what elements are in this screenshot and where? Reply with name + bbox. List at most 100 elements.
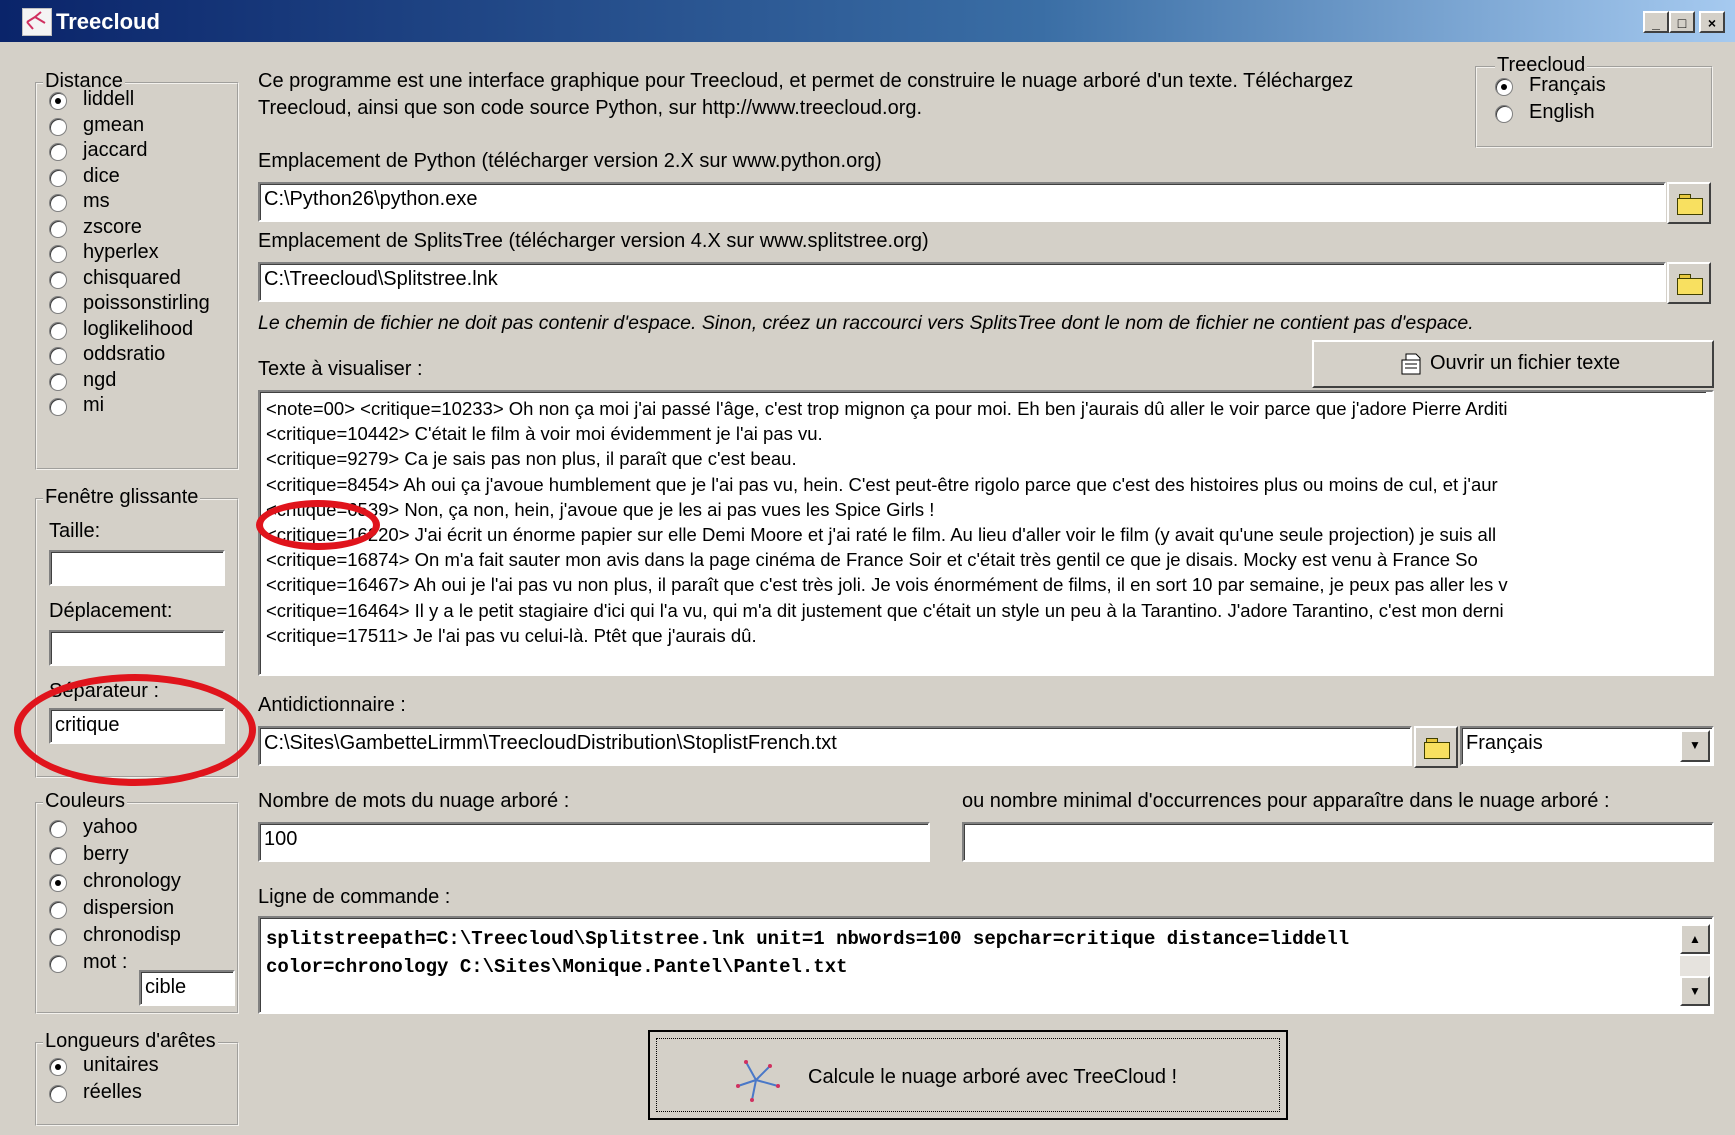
compute-treecloud-button[interactable]: Calcule le nuage arboré avec TreeCloud ! xyxy=(648,1030,1288,1120)
radio-button-icon[interactable] xyxy=(49,847,67,865)
text-line: <critique=10442> C'était le film à voir … xyxy=(266,423,823,445)
command-line-label: Ligne de commande : xyxy=(258,886,451,908)
command-line-1: splitstreepath=C:\Treecloud\Splitstree.l… xyxy=(266,928,1350,950)
radio-button-icon[interactable] xyxy=(49,143,67,161)
distance-option-label: oddsratio xyxy=(83,343,166,365)
distance-group: Distance liddell gmean jaccard dice ms zscore… xyxy=(35,70,239,470)
text-line: <critique=16467> Ah oui je l'ai pas vu n… xyxy=(266,574,1508,596)
distance-option-label: zscore xyxy=(83,215,142,238)
radio-button-icon[interactable] xyxy=(1495,78,1513,96)
folder-icon xyxy=(1677,274,1703,295)
browse-stoplist-button[interactable] xyxy=(1414,726,1458,768)
python-path-label: Emplacement de Python (télécharger versi… xyxy=(258,150,882,172)
size-input[interactable] xyxy=(49,550,225,586)
scrollbar-track[interactable] xyxy=(1680,956,1710,976)
stoplist-language-value: Français xyxy=(1466,732,1543,754)
stoplist-input[interactable]: C:\Sites\GambetteLirmm\TreecloudDistribu… xyxy=(258,726,1412,766)
browse-python-button[interactable] xyxy=(1667,182,1711,224)
stoplist-language-select[interactable]: Français xyxy=(1460,726,1714,766)
sliding-window-label: Fenêtre glissante xyxy=(43,486,201,509)
browse-splitstree-button[interactable] xyxy=(1667,262,1711,304)
scroll-down-icon[interactable]: ▼ xyxy=(1680,976,1710,1006)
text-content-area[interactable]: <note=00> <critique=10233> Oh non ça moi… xyxy=(258,390,1714,676)
open-text-file-button[interactable]: Ouvrir un fichier texte xyxy=(1312,340,1714,388)
radio-button-icon[interactable] xyxy=(49,194,67,212)
radio-button-icon[interactable] xyxy=(49,219,67,238)
radio-button-icon[interactable] xyxy=(49,296,67,314)
python-path-input[interactable]: C:\Python26\python.exe xyxy=(258,182,1666,222)
open-text-file-label: Ouvrir un fichier texte xyxy=(1430,352,1621,374)
radio-button-icon[interactable] xyxy=(49,928,67,946)
radio-button-icon[interactable] xyxy=(49,874,67,892)
title-bar[interactable]: Treecloud _ □ × xyxy=(0,0,1735,42)
radio-button-icon[interactable] xyxy=(49,955,67,973)
colors-group: Couleurs yahoo berry chronology dispersion c… xyxy=(35,790,239,1014)
edge-length-option-label: unitaires xyxy=(83,1054,159,1076)
annotation-ring-separator xyxy=(14,674,256,786)
color-option-label: berry xyxy=(83,843,129,865)
treecloud-icon xyxy=(732,1056,786,1110)
word-count-input[interactable]: 100 xyxy=(258,822,930,862)
app-icon xyxy=(22,8,52,36)
command-line-2: color=chronology C:\Sites\Monique.Pantel… xyxy=(266,956,848,978)
text-line: <critique=17511> Je l'ai pas vu celui-là… xyxy=(266,624,757,646)
radio-button-icon[interactable] xyxy=(49,347,67,365)
size-label: Taille: xyxy=(49,520,101,542)
splitstree-path-label: Emplacement de SplitsTree (télécharger v… xyxy=(258,230,929,252)
color-word-input[interactable]: cible xyxy=(139,970,235,1006)
radio-button-icon[interactable] xyxy=(49,117,67,136)
radio-button-icon[interactable] xyxy=(49,372,67,391)
stoplist-label: Antidictionnaire : xyxy=(258,694,406,716)
text-line: <critique=16874> On m'a fait sauter mon … xyxy=(266,549,1478,571)
text-area-edge xyxy=(1706,392,1712,674)
radio-button-icon[interactable] xyxy=(49,245,67,263)
radio-button-icon[interactable] xyxy=(49,1058,67,1076)
edge-length-label: Longueurs d'arêtes xyxy=(43,1030,218,1053)
distance-option-label: ngd xyxy=(83,368,117,391)
radio-button-icon[interactable] xyxy=(49,1085,67,1103)
folder-icon xyxy=(1424,738,1450,759)
text-line: <note=00> <critique=10233> Oh non ça moi… xyxy=(266,398,1508,419)
colors-group-label: Couleurs xyxy=(43,790,128,813)
splitstree-path-input[interactable]: C:\Treecloud\Splitstree.lnk xyxy=(258,262,1666,302)
minimize-button[interactable]: _ xyxy=(1643,11,1669,33)
distance-option-label: poissonstirling xyxy=(83,292,210,314)
chevron-down-icon[interactable]: ▼ xyxy=(1680,730,1710,762)
radio-button-icon[interactable] xyxy=(49,398,67,416)
color-option-label: dispersion xyxy=(83,897,175,919)
shift-input[interactable] xyxy=(49,630,225,666)
language-option-label: Français xyxy=(1529,74,1606,96)
splitstree-warning: Le chemin de fichier ne doit pas conteni… xyxy=(258,312,1474,334)
text-line: <critique=16220> J'ai écrit un énorme pa… xyxy=(266,524,1497,545)
min-occurrence-input[interactable] xyxy=(962,822,1714,862)
color-option-label: mot : xyxy=(83,951,128,973)
shift-label: Déplacement: xyxy=(49,600,173,622)
radio-button-icon[interactable] xyxy=(49,168,67,187)
distance-option-label: loglikelihood xyxy=(83,317,194,340)
scroll-up-icon[interactable]: ▲ xyxy=(1680,924,1710,954)
open-file-icon xyxy=(1400,352,1424,382)
command-line-area[interactable]: splitstreepath=C:\Treecloud\Splitstree.l… xyxy=(258,916,1714,1014)
maximize-button[interactable]: □ xyxy=(1669,11,1695,33)
word-count-label: Nombre de mots du nuage arboré : xyxy=(258,790,570,812)
annotation-ring-critique xyxy=(256,500,380,550)
text-label: Texte à visualiser : xyxy=(258,358,423,380)
distance-option-label: hyperlex xyxy=(83,241,159,263)
radio-button-icon[interactable] xyxy=(1495,105,1513,123)
window-title: Treecloud xyxy=(56,9,160,34)
radio-button-icon[interactable] xyxy=(49,901,67,919)
close-button[interactable]: × xyxy=(1699,11,1725,33)
edge-length-option-label: réelles xyxy=(83,1081,142,1103)
radio-button-icon[interactable] xyxy=(49,321,67,340)
distance-option-label: gmean xyxy=(83,113,145,136)
radio-button-icon[interactable] xyxy=(49,92,67,110)
folder-icon xyxy=(1677,194,1703,215)
radio-button-icon[interactable] xyxy=(49,820,67,838)
distance-option-label: liddell xyxy=(83,88,135,110)
text-line: <critique=16464> Il y a le petit stagiai… xyxy=(266,599,1504,621)
language-option-label: English xyxy=(1529,101,1595,123)
text-line: <critique=9279> Ca je sais pas non plus,… xyxy=(266,448,797,470)
distance-option-label: ms xyxy=(83,190,110,212)
radio-button-icon[interactable] xyxy=(49,270,67,289)
min-occurrence-label: ou nombre minimal d'occurrences pour app… xyxy=(962,790,1610,812)
